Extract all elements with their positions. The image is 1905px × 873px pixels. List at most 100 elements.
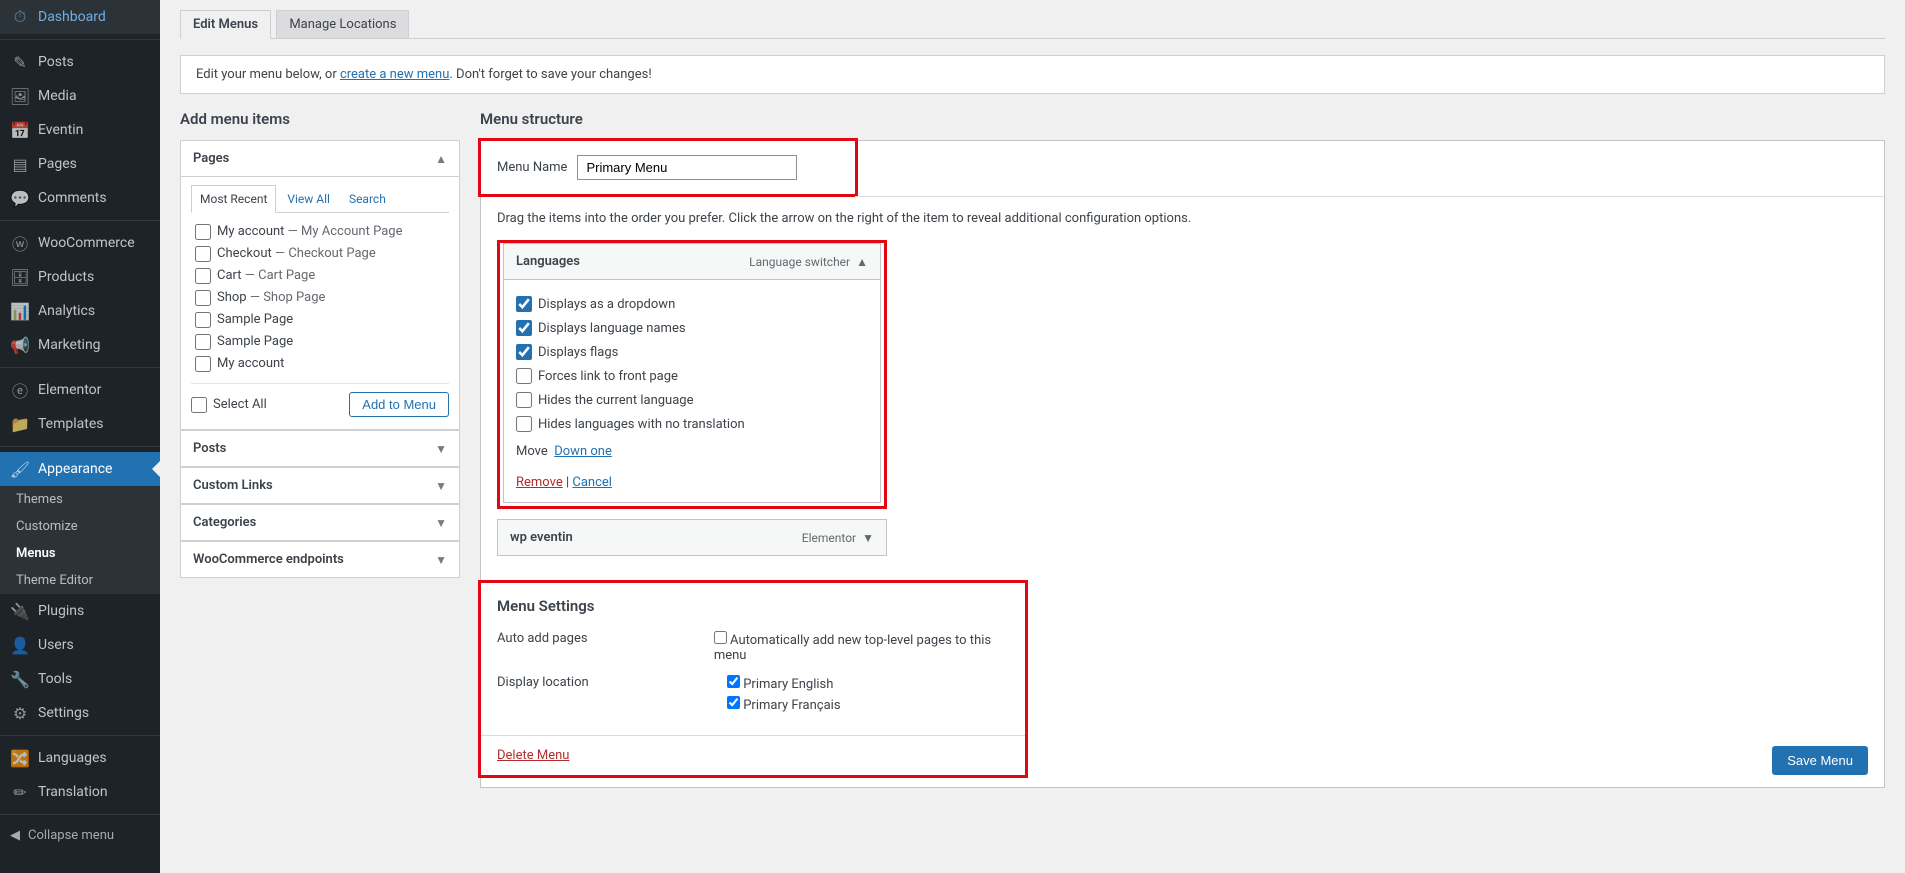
lang-opt-hide-notrans[interactable]: Hides languages with no translation <box>516 412 868 436</box>
analytics-icon: 📊 <box>10 301 30 321</box>
lang-opt-names[interactable]: Displays language names <box>516 316 868 340</box>
edit-notice: Edit your menu below, or create a new me… <box>180 55 1885 94</box>
submenu-themes[interactable]: Themes <box>0 486 160 513</box>
sidebar-item-media[interactable]: 🖼Media <box>0 79 160 113</box>
pages-subtabs: Most Recent View All Search <box>191 185 449 213</box>
submenu-customize[interactable]: Customize <box>0 513 160 540</box>
menu-item-wp-eventin[interactable]: wp eventin Elementor▼ <box>497 519 887 556</box>
location-primary-en[interactable]: Primary English <box>727 675 841 692</box>
page-list-item[interactable]: My account — My Account Page <box>195 221 445 243</box>
menu-name-row-highlight: Menu Name <box>478 138 858 197</box>
page-list-item[interactable]: Cart — Cart Page <box>195 265 445 287</box>
page-checkbox[interactable] <box>195 356 211 372</box>
sidebar-item-appearance[interactable]: 🖌Appearance <box>0 452 160 486</box>
pages-postbox: Pages ▲ Most Recent View All Search My a… <box>180 140 460 430</box>
add-to-menu-button[interactable]: Add to Menu <box>349 392 449 417</box>
elementor-icon: ⓔ <box>10 380 30 400</box>
sidebar-item-translation[interactable]: ✏Translation <box>0 775 160 809</box>
remove-item-link[interactable]: Remove <box>516 475 563 490</box>
dashboard-icon: ⏱ <box>10 7 30 27</box>
media-icon: 🖼 <box>10 86 30 106</box>
menu-item-bar[interactable]: wp eventin Elementor▼ <box>498 520 886 555</box>
page-list-item[interactable]: Sample Page <box>195 309 445 331</box>
pages-postbox-toggle[interactable]: Pages ▲ <box>181 141 459 177</box>
tab-manage-locations[interactable]: Manage Locations <box>276 10 409 39</box>
tab-edit-menus[interactable]: Edit Menus <box>180 10 271 39</box>
categories-toggle[interactable]: Categories▼ <box>181 505 459 540</box>
languages-icon: 🔀 <box>10 748 30 768</box>
sidebar-item-woocommerce[interactable]: ⓦWooCommerce <box>0 226 160 260</box>
page-checkbox[interactable] <box>195 268 211 284</box>
lang-opt-front[interactable]: Forces link to front page <box>516 364 868 388</box>
sidebar-item-products[interactable]: 🗄Products <box>0 260 160 294</box>
sidebar-label: Dashboard <box>38 9 106 25</box>
save-menu-button[interactable]: Save Menu <box>1772 746 1868 775</box>
menu-edit-panel: Menu Name Drag the items into the order … <box>480 140 1885 788</box>
menu-item-languages[interactable]: Languages Language switcher▲ Displays as… <box>503 243 881 503</box>
submenu-theme-editor[interactable]: Theme Editor <box>0 567 160 594</box>
posts-postbox-toggle[interactable]: Posts▼ <box>181 431 459 466</box>
create-new-menu-link[interactable]: create a new menu <box>340 67 449 82</box>
sidebar-item-languages[interactable]: 🔀Languages <box>0 741 160 775</box>
sidebar-item-marketing[interactable]: 📢Marketing <box>0 328 160 362</box>
page-list-item[interactable]: Shop — Shop Page <box>195 287 445 309</box>
sidebar-item-dashboard[interactable]: ⏱ Dashboard <box>0 0 160 34</box>
sidebar-item-pages[interactable]: ▤Pages <box>0 147 160 181</box>
menu-item-bar[interactable]: Languages Language switcher▲ <box>504 244 880 280</box>
delete-menu-link[interactable]: Delete Menu <box>497 748 569 763</box>
page-checkbox[interactable] <box>195 312 211 328</box>
cancel-item-link[interactable]: Cancel <box>572 475 612 490</box>
page-checkbox[interactable] <box>195 290 211 306</box>
move-row: Move Down one <box>516 444 868 459</box>
lang-opt-flags[interactable]: Displays flags <box>516 340 868 364</box>
chevron-down-icon: ▼ <box>862 531 874 545</box>
chevron-down-icon: ▼ <box>435 442 447 456</box>
sidebar-item-tools[interactable]: 🔧Tools <box>0 662 160 696</box>
chevron-up-icon: ▲ <box>435 152 447 166</box>
page-checkbox[interactable] <box>195 246 211 262</box>
sidebar-item-elementor[interactable]: ⓔElementor <box>0 373 160 407</box>
sidebar-item-posts[interactable]: ✎Posts <box>0 45 160 79</box>
lang-opt-hide-current[interactable]: Hides the current language <box>516 388 868 412</box>
custom-links-toggle[interactable]: Custom Links▼ <box>181 468 459 503</box>
chevron-down-icon: ▼ <box>435 479 447 493</box>
sidebar-item-eventin[interactable]: 📅Eventin <box>0 113 160 147</box>
page-list-item[interactable]: My account <box>195 353 445 375</box>
move-down-link[interactable]: Down one <box>554 444 612 459</box>
products-icon: 🗄 <box>10 267 30 287</box>
sidebar-item-users[interactable]: 👤Users <box>0 628 160 662</box>
menu-name-label: Menu Name <box>497 160 567 175</box>
location-primary-fr[interactable]: Primary Français <box>727 696 841 713</box>
sidebar-item-settings[interactable]: ⚙Settings <box>0 696 160 730</box>
select-all-row[interactable]: Select All <box>191 394 267 416</box>
page-list-item[interactable]: Checkout — Checkout Page <box>195 243 445 265</box>
page-checkbox[interactable] <box>195 224 211 240</box>
sidebar-item-plugins[interactable]: 🔌Plugins <box>0 594 160 628</box>
sidebar-item-comments[interactable]: 💬Comments <box>0 181 160 215</box>
users-icon: 👤 <box>10 635 30 655</box>
page-list-item[interactable]: Sample Page <box>195 331 445 353</box>
lang-opt-dropdown[interactable]: Displays as a dropdown <box>516 292 868 316</box>
chevron-down-icon: ▼ <box>435 553 447 567</box>
woo-endpoints-postbox: WooCommerce endpoints▼ <box>180 541 460 578</box>
collapse-menu-button[interactable]: ◀Collapse menu <box>0 820 160 851</box>
languages-item-highlight: Languages Language switcher▲ Displays as… <box>497 240 887 509</box>
subtab-most-recent[interactable]: Most Recent <box>191 185 276 213</box>
submenu-menus[interactable]: Menus <box>0 540 160 567</box>
display-location-label: Display location <box>497 675 727 690</box>
menu-settings-heading: Menu Settings <box>497 597 1009 615</box>
select-all-checkbox[interactable] <box>191 397 207 413</box>
auto-add-checkbox-row[interactable]: Automatically add new top-level pages to… <box>714 631 1009 663</box>
nav-tabs: Edit Menus Manage Locations <box>180 10 1885 39</box>
sidebar-item-templates[interactable]: 📁Templates <box>0 407 160 441</box>
subtab-search[interactable]: Search <box>341 186 394 212</box>
templates-icon: 📁 <box>10 414 30 434</box>
sidebar-item-analytics[interactable]: 📊Analytics <box>0 294 160 328</box>
menu-name-input[interactable] <box>577 155 797 180</box>
categories-postbox: Categories▼ <box>180 504 460 541</box>
woo-endpoints-toggle[interactable]: WooCommerce endpoints▼ <box>181 542 459 577</box>
pages-scroll-list[interactable]: My account — My Account Page Checkout — … <box>191 221 449 375</box>
subtab-view-all[interactable]: View All <box>279 186 338 212</box>
page-checkbox[interactable] <box>195 334 211 350</box>
custom-links-postbox: Custom Links▼ <box>180 467 460 504</box>
